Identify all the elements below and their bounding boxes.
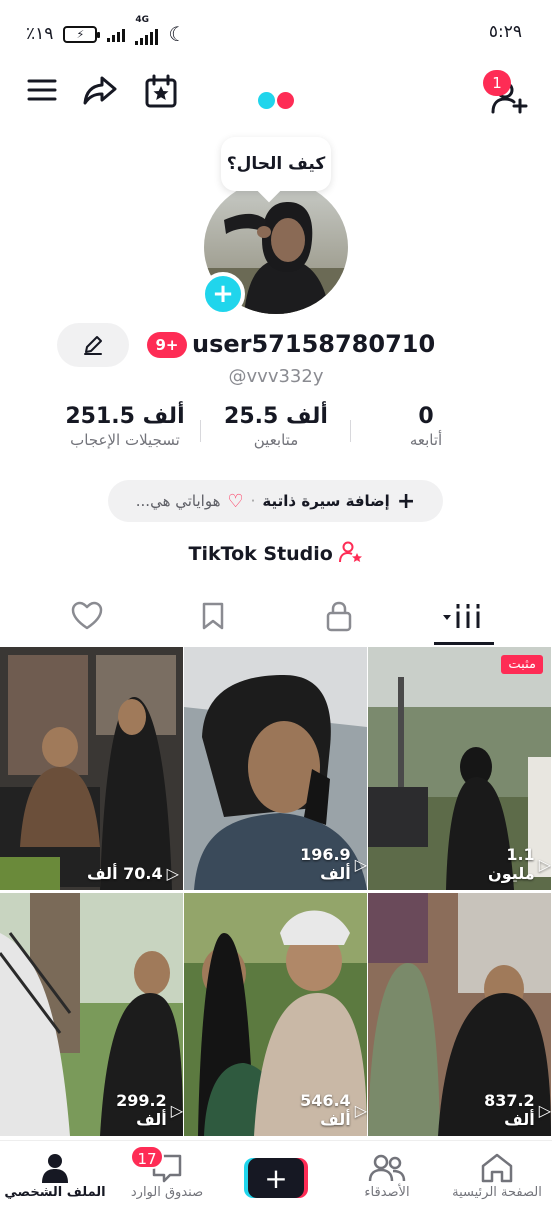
lock-icon	[326, 601, 352, 632]
network-icon: 4G	[135, 15, 159, 45]
video-thumbnail[interactable]: ▷ 837.2 ألف	[368, 893, 551, 1136]
status-icons: ٪١٩ ⚡ 4G ☾	[26, 15, 187, 46]
followers-stat[interactable]: 25.5 ألف متابعين	[216, 404, 336, 449]
nav-inbox[interactable]: صندوق الوارد	[112, 1151, 222, 1200]
view-count: ▷ 1.1 مليون	[455, 845, 551, 883]
inbox-badge: 17	[130, 1145, 164, 1169]
likes-count: 251.5 ألف	[65, 404, 185, 429]
likes-stat[interactable]: 251.5 ألف تسجيلات الإعجاب	[54, 404, 196, 449]
view-count: ▷ 196.9 ألف	[271, 845, 367, 883]
play-icon: ▷	[166, 864, 179, 883]
profile-stats: 0 أتابعه 25.5 ألف متابعين 251.5 ألف تسجي…	[0, 404, 552, 464]
view-count-text: 546.4 ألف	[300, 1091, 351, 1129]
username: user57158780710	[192, 330, 436, 358]
plus-icon: +	[396, 488, 416, 514]
battery-percent: ٪١٩	[26, 24, 54, 44]
add-bio-label: إضافة سيرة ذاتية	[262, 492, 390, 510]
handle: @vvv332y	[0, 366, 552, 387]
status-bubble[interactable]: كيف الحال؟	[221, 137, 331, 191]
play-icon: ▷	[354, 854, 367, 874]
share-icon[interactable]	[82, 74, 118, 110]
video-thumbnail[interactable]: ▷ 299.2 ألف	[0, 893, 183, 1136]
friends-icon	[332, 1151, 442, 1185]
video-grid: مثبت ▷ 1.1 مليون ▷ 196.9 ألف ▷ 70.4 ألف ▷ 83…	[0, 647, 552, 1137]
add-bio-button[interactable]: + إضافة سيرة ذاتية · ♡ هواياتي هي...	[108, 480, 443, 522]
play-icon: ▷	[538, 1100, 551, 1120]
nav-friends-label: الأصدقاء	[364, 1185, 410, 1200]
play-icon: ▷	[538, 854, 551, 874]
bottom-nav: الصفحة الرئيسية الأصدقاء + صندوق الوارد …	[0, 1140, 552, 1214]
hobbies-label: هواياتي هي...	[135, 492, 221, 510]
tab-private[interactable]	[314, 596, 364, 636]
bookmark-icon	[202, 602, 224, 630]
create-button[interactable]: +	[244, 1158, 308, 1198]
user-star-icon	[339, 541, 363, 563]
video-thumbnail[interactable]: ▷ 196.9 ألف	[184, 647, 367, 890]
status-bar: ٪١٩ ⚡ 4G ☾ ٥:٢٩	[0, 0, 552, 62]
tab-liked[interactable]	[62, 596, 112, 636]
view-count: ▷ 546.4 ألف	[271, 1091, 367, 1129]
followers-label: متابعين	[253, 431, 299, 449]
nav-friends[interactable]: الأصدقاء	[332, 1151, 442, 1200]
bullet-separator: ·	[250, 492, 256, 510]
play-icon: ▷	[354, 1100, 367, 1120]
active-tab-indicator	[434, 642, 494, 645]
nav-profile-label: الملف الشخصي	[4, 1185, 106, 1200]
moon-icon: ☾	[168, 22, 187, 46]
inbox-icon	[112, 1151, 222, 1185]
heart-icon: ♡	[227, 490, 244, 512]
stat-divider	[200, 420, 201, 442]
notification-badge[interactable]: 9+	[147, 332, 187, 358]
nav-inbox-label: صندوق الوارد	[130, 1185, 204, 1200]
clock: ٥:٢٩	[488, 22, 522, 42]
following-label: أتابعه	[409, 431, 443, 449]
view-count-text: 299.2 ألف	[116, 1091, 167, 1129]
cyan-dot	[258, 92, 275, 109]
add-story-button[interactable]: +	[201, 272, 245, 316]
home-icon	[442, 1151, 552, 1185]
video-thumbnail[interactable]: ▷ 70.4 ألف	[0, 647, 183, 890]
followers-count: 25.5 ألف	[224, 404, 328, 429]
friend-requests-badge: 1	[483, 70, 511, 96]
battery-icon: ⚡	[63, 25, 101, 43]
calendar-star-icon[interactable]	[144, 74, 178, 112]
tab-videos[interactable]	[434, 596, 494, 636]
view-count-text: 70.4 ألف	[87, 864, 163, 883]
nav-home-label: الصفحة الرئيسية	[452, 1185, 542, 1200]
pencil-icon	[84, 336, 102, 355]
edit-profile-button[interactable]	[57, 323, 129, 367]
view-count-text: 1.1 مليون	[488, 845, 535, 883]
tiktok-now-icon[interactable]	[258, 92, 294, 109]
play-icon: ▷	[170, 1100, 183, 1120]
stat-divider	[350, 420, 351, 442]
content-tabs	[0, 596, 552, 640]
tiktok-studio-link[interactable]: TikTok Studio	[0, 541, 552, 565]
likes-label: تسجيلات الإعجاب	[70, 431, 180, 449]
handle-text: @vvv332y	[228, 366, 324, 387]
top-nav: 1	[0, 70, 552, 122]
heart-outline-icon	[71, 601, 103, 630]
view-count-text: 196.9 ألف	[300, 845, 351, 883]
signal-icon	[107, 26, 126, 42]
grid-videos-icon	[443, 604, 481, 628]
plus-icon: +	[248, 1158, 304, 1198]
view-count: ▷ 837.2 ألف	[455, 1091, 551, 1129]
view-count: ▷ 70.4 ألف	[87, 864, 179, 883]
nav-home[interactable]: الصفحة الرئيسية	[442, 1151, 552, 1200]
pinned-badge: مثبت	[501, 655, 543, 674]
video-thumbnail[interactable]: ▷ 546.4 ألف	[184, 893, 367, 1136]
view-count-text: 837.2 ألف	[484, 1091, 535, 1129]
following-stat[interactable]: 0 أتابعه	[388, 404, 464, 449]
profile-icon	[0, 1151, 110, 1185]
menu-icon[interactable]	[26, 74, 58, 110]
video-thumbnail[interactable]: مثبت ▷ 1.1 مليون	[368, 647, 551, 890]
tab-favorites[interactable]	[188, 596, 238, 636]
studio-label: TikTok Studio	[188, 543, 333, 565]
red-dot	[277, 92, 294, 109]
following-count: 0	[418, 404, 434, 429]
nav-profile[interactable]: الملف الشخصي	[0, 1151, 110, 1200]
view-count: ▷ 299.2 ألف	[87, 1091, 183, 1129]
